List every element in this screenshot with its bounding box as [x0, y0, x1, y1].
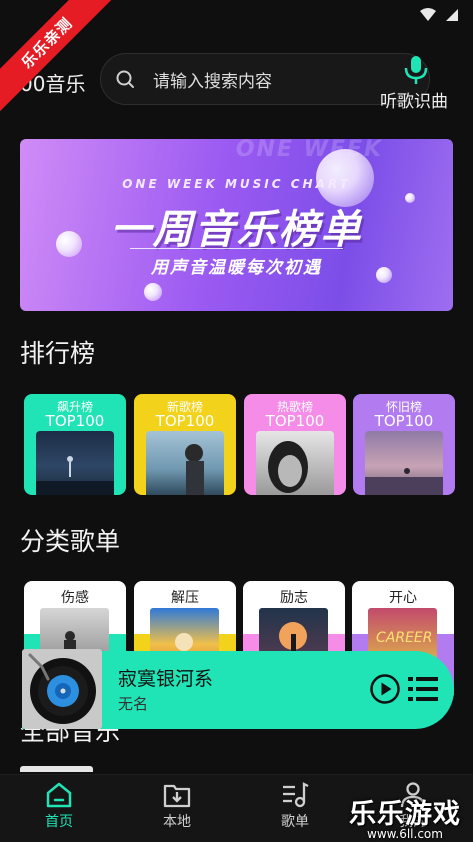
- watermark-brand: 乐乐游戏: [349, 799, 461, 830]
- play-icon[interactable]: [369, 673, 401, 705]
- status-bar: [419, 8, 459, 22]
- nav-label: 本地: [163, 814, 191, 830]
- rank-card-soaring[interactable]: 飙升榜 TOP100: [24, 394, 126, 495]
- nav-label: 歌单: [281, 814, 309, 830]
- album-disc-icon: [22, 649, 102, 729]
- rank-tag: TOP100: [45, 412, 105, 430]
- category-name: 解压: [171, 590, 199, 606]
- svg-text:CAREER: CAREER: [376, 630, 433, 646]
- battery-icon: [446, 9, 458, 21]
- rank-cover-image: [146, 431, 224, 495]
- banner-bubble: [144, 283, 162, 301]
- microphone-icon[interactable]: [403, 55, 429, 85]
- banner-english-title: ONE WEEK MUSIC CHART: [122, 177, 351, 191]
- playlist-queue-icon[interactable]: [408, 675, 438, 703]
- rank-tag: TOP100: [265, 412, 325, 430]
- nav-item-playlist[interactable]: 歌单: [260, 781, 330, 831]
- nav-label: 首页: [45, 814, 73, 830]
- banner-title: 一周音乐榜单: [110, 207, 363, 253]
- categories-title: 分类歌单: [20, 527, 121, 556]
- rank-cover-image: [36, 431, 114, 495]
- rank-cover-image: [365, 431, 443, 495]
- search-placeholder[interactable]: 请输入搜索内容: [153, 67, 272, 92]
- all-music-card[interactable]: [20, 766, 93, 772]
- rank-tag: TOP100: [374, 412, 434, 430]
- home-icon: [46, 782, 72, 808]
- category-name: 励志: [280, 590, 308, 606]
- player-song-title: 寂寞银河系: [118, 668, 214, 690]
- rank-card-new[interactable]: 新歌榜 TOP100: [134, 394, 236, 495]
- playlist-icon: [283, 782, 309, 808]
- nav-item-local[interactable]: 本地: [142, 781, 212, 831]
- site-watermark: 乐乐游戏 www.6ll.com: [345, 792, 465, 841]
- rank-card-hot[interactable]: 热歌榜 TOP100: [244, 394, 346, 495]
- banner-subtitle: 用声音温暖每次初遇: [151, 258, 322, 278]
- rankings-title: 排行榜: [20, 339, 96, 368]
- folder-download-icon: [163, 784, 191, 808]
- category-name: 开心: [389, 590, 417, 606]
- nav-item-home[interactable]: 首页: [24, 781, 94, 831]
- search-icon: [116, 70, 134, 88]
- mini-player[interactable]: 寂寞银河系 无名: [22, 649, 454, 729]
- player-artist: 无名: [118, 695, 149, 713]
- rank-card-nostalgic[interactable]: 怀旧榜 TOP100: [353, 394, 455, 495]
- wifi-icon: [420, 8, 436, 21]
- recognize-song-button[interactable]: 听歌识曲: [380, 87, 448, 112]
- category-name: 伤感: [61, 590, 89, 606]
- rank-cover-image: [256, 431, 334, 495]
- banner-divider: [130, 248, 343, 249]
- rank-tag: TOP100: [155, 412, 215, 430]
- banner[interactable]: ONE WEEK ONE WEEK MUSIC CHART 一周音乐榜单 用声音…: [20, 139, 453, 311]
